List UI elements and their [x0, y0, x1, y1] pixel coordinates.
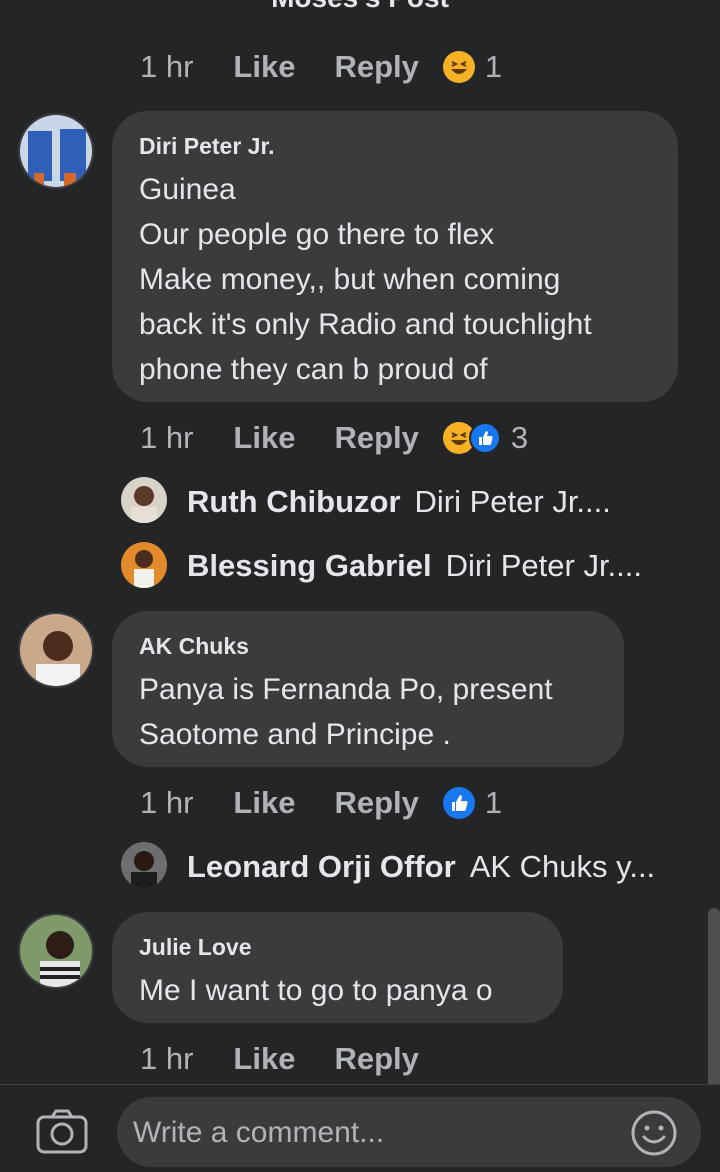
like-reaction-icon	[468, 422, 501, 454]
comment-bubble: AK Chuks Panya is Fernanda Po, present S…	[112, 611, 624, 767]
reply-author[interactable]: Blessing Gabriel	[187, 548, 432, 584]
emoji-icon[interactable]	[630, 1109, 678, 1157]
comment-author[interactable]: Diri Peter Jr.	[139, 131, 652, 161]
comment-time: 1 hr	[140, 420, 194, 455]
reply-author[interactable]: Leonard Orji Offor	[187, 849, 456, 885]
avatar[interactable]	[121, 477, 167, 523]
post-title: Moses's Post	[0, 0, 720, 14]
reply-snippet[interactable]: Diri Peter Jr....	[446, 548, 642, 584]
avatar[interactable]	[18, 913, 94, 989]
comment-text-line: Our people go there to flex	[139, 218, 495, 251]
comment-box[interactable]	[117, 1097, 701, 1169]
avatar[interactable]	[18, 612, 94, 688]
reply-preview[interactable]: Leonard Orji Offor AK Chuks y...	[187, 844, 655, 890]
reply-button[interactable]: Reply	[334, 785, 418, 821]
avatar[interactable]	[121, 842, 167, 888]
comment-input[interactable]	[131, 1097, 615, 1169]
reply-preview[interactable]: Blessing Gabriel Diri Peter Jr....	[187, 543, 642, 589]
camera-icon[interactable]	[36, 1109, 88, 1155]
like-button[interactable]: Like	[233, 420, 295, 456]
comment-text-line: Make money,, but when coming	[139, 263, 561, 296]
reply-preview[interactable]: Ruth Chibuzor Diri Peter Jr....	[187, 479, 611, 525]
reaction-summary[interactable]	[442, 422, 501, 454]
like-button[interactable]: Like	[233, 785, 295, 821]
reaction-count[interactable]: 1	[485, 785, 502, 821]
reply-snippet[interactable]: AK Chuks y...	[470, 849, 656, 885]
reply-snippet[interactable]: Diri Peter Jr....	[415, 484, 611, 520]
comment-author[interactable]: Julie Love	[139, 932, 537, 962]
haha-reaction-icon[interactable]	[442, 51, 475, 83]
comment-time: 1 hr	[140, 785, 194, 820]
comment-actions: 1 hr Like Reply 1	[140, 47, 502, 87]
comment-text-line: Me I want to go to panya o	[139, 974, 493, 1007]
reaction-count[interactable]: 1	[485, 49, 502, 85]
reaction-count[interactable]: 3	[511, 420, 528, 456]
comment-actions: 1 hr Like Reply 3	[140, 418, 528, 458]
reply-button[interactable]: Reply	[334, 49, 418, 85]
like-button[interactable]: Like	[233, 49, 295, 85]
reply-button[interactable]: Reply	[334, 420, 418, 456]
comment-time: 1 hr	[140, 1041, 194, 1076]
avatar[interactable]	[121, 542, 167, 588]
comment-composer	[0, 1084, 720, 1172]
comment-bubble: Julie Love Me I want to go to panya o	[112, 912, 563, 1023]
avatar[interactable]	[18, 113, 94, 189]
comment-actions: 1 hr Like Reply 1	[140, 783, 502, 823]
comment-text-line: back it's only Radio and touchlight	[139, 308, 592, 341]
reply-button[interactable]: Reply	[334, 1041, 418, 1077]
comment-author[interactable]: AK Chuks	[139, 631, 598, 661]
comment-actions: 1 hr Like Reply	[140, 1039, 443, 1079]
comment-bubble: Diri Peter Jr. Guinea Our people go ther…	[112, 111, 678, 402]
comment-time: 1 hr	[140, 49, 194, 84]
like-reaction-icon[interactable]	[442, 787, 475, 819]
comment-text-line: phone they can b proud of	[139, 353, 488, 386]
comment-text-line: Guinea	[139, 173, 236, 206]
comment-text-line: Panya is Fernanda Po, present	[139, 673, 553, 706]
reply-author[interactable]: Ruth Chibuzor	[187, 484, 401, 520]
comment-text-line: Saotome and Principe .	[139, 718, 451, 751]
like-button[interactable]: Like	[233, 1041, 295, 1077]
